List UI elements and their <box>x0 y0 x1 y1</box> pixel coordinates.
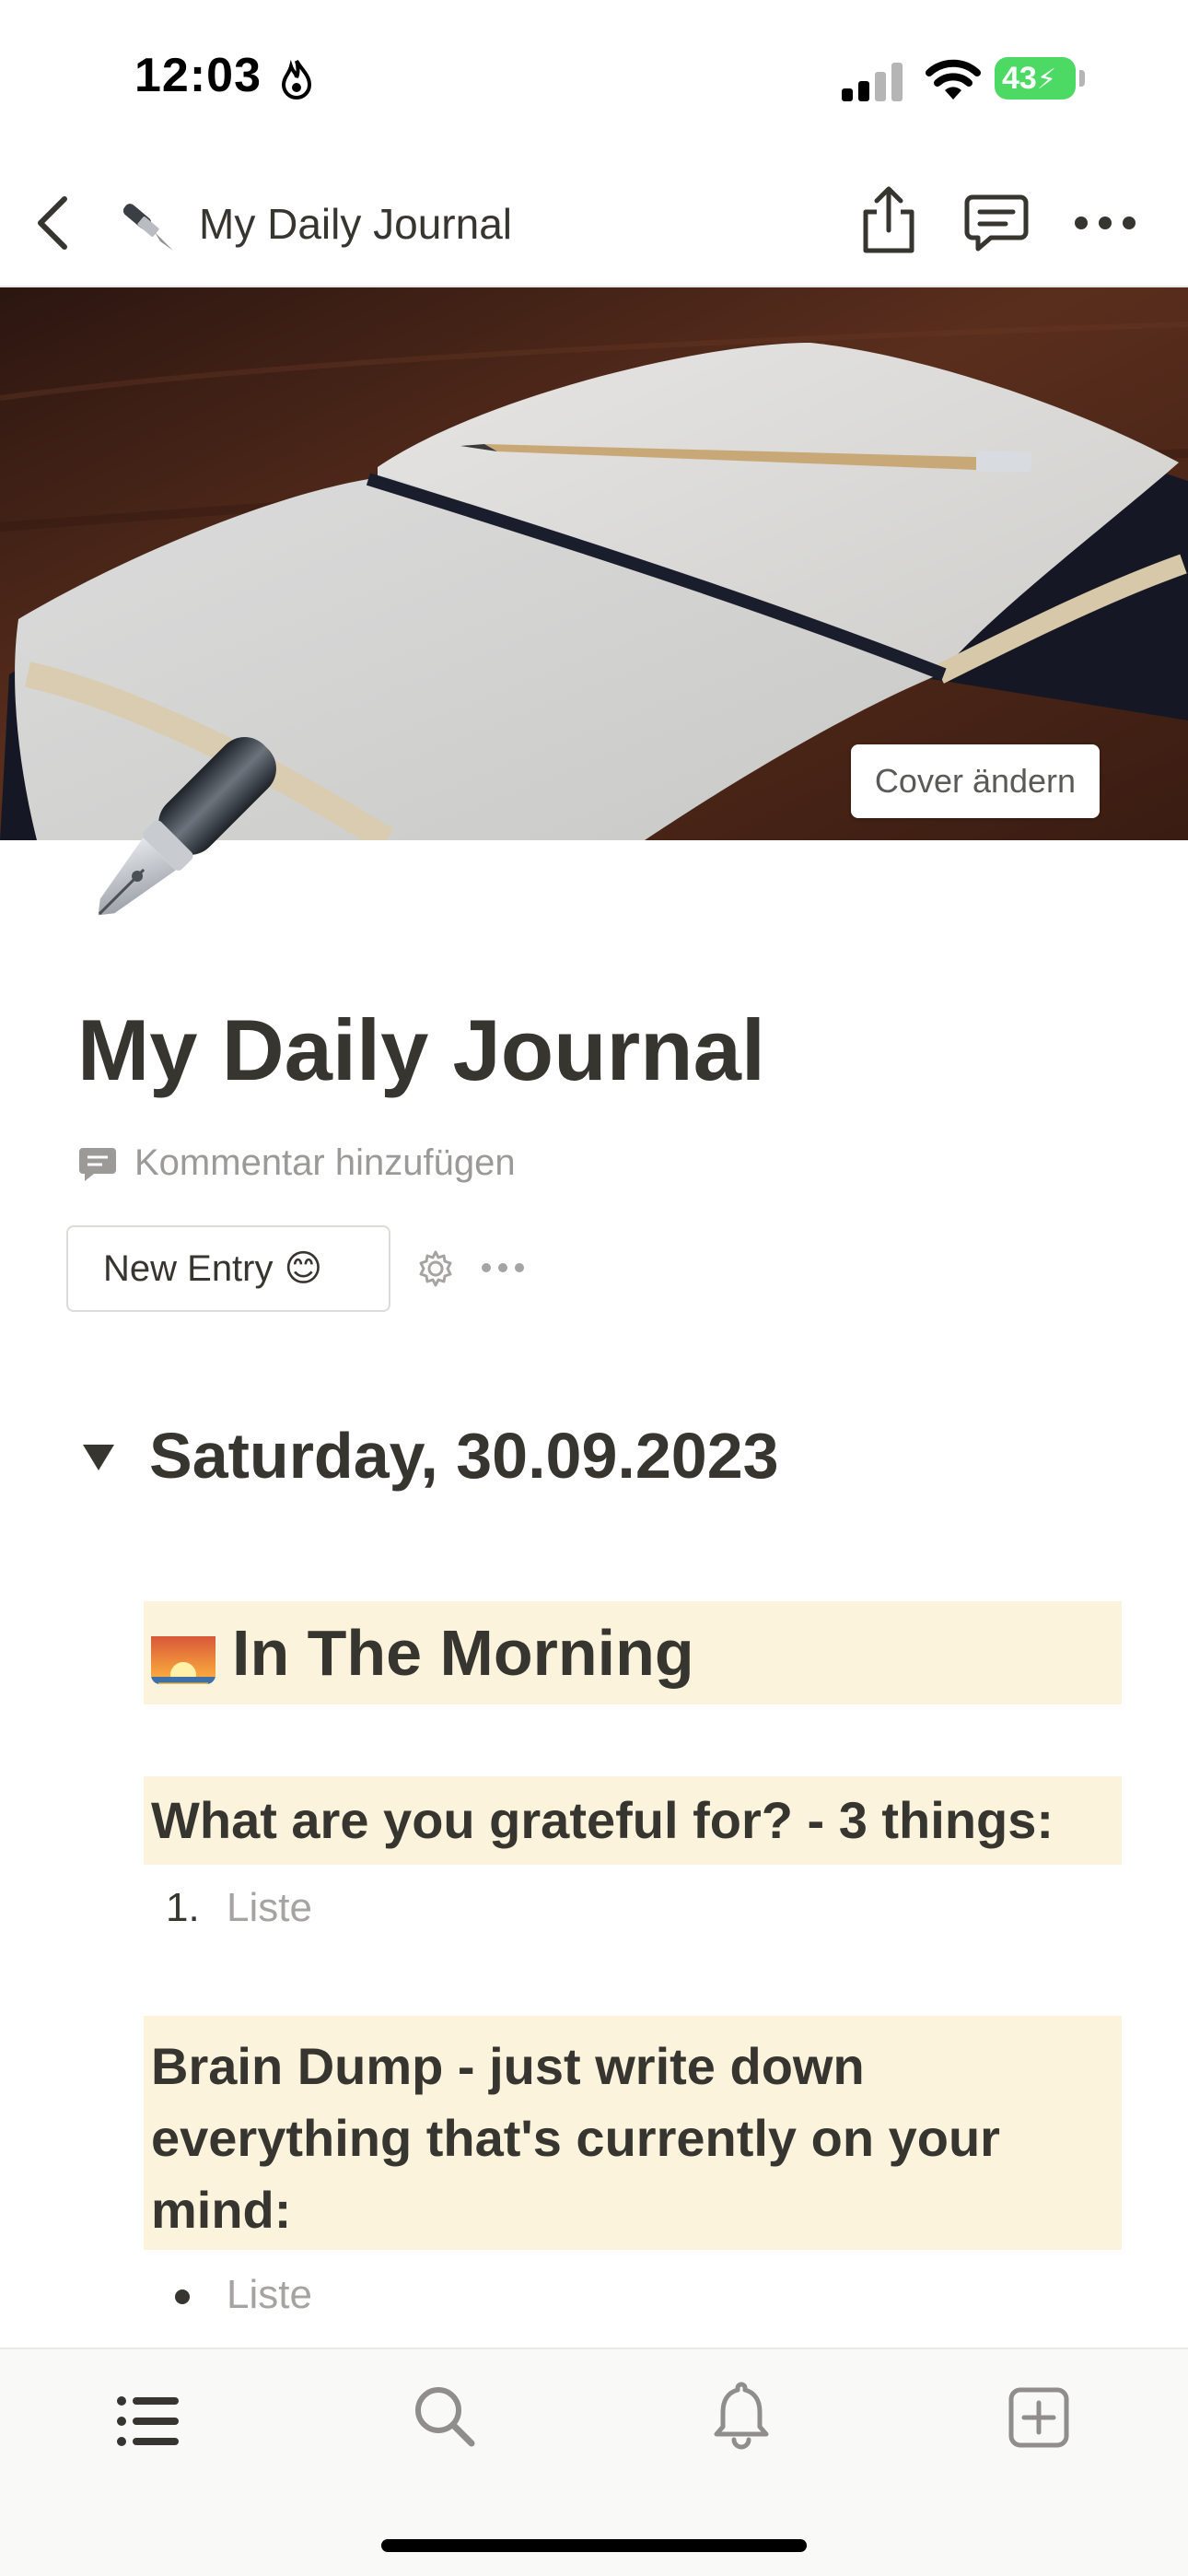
more-options-icon[interactable] <box>481 1260 525 1275</box>
status-time: 12:03 <box>134 49 262 102</box>
home-indicator[interactable] <box>381 2539 807 2552</box>
grateful-numbered-list-item[interactable]: 1. Liste <box>166 1885 312 1931</box>
sunrise-emoji <box>151 1623 215 1684</box>
list-placeholder: Liste <box>227 2272 312 2317</box>
toggle-arrow-icon[interactable] <box>83 1445 114 1470</box>
back-icon[interactable] <box>33 193 74 252</box>
battery-indicator: 43⚡ <box>995 57 1076 100</box>
battery-level: 43 <box>1002 61 1037 96</box>
page-title[interactable]: My Daily Journal <box>77 1001 765 1100</box>
braindump-heading-block[interactable]: Brain Dump - just write down everything … <box>144 2016 1122 2250</box>
page-breadcrumb-title[interactable]: My Daily Journal <box>199 199 512 249</box>
morning-heading-block[interactable]: In The Morning <box>144 1601 1122 1704</box>
list-placeholder: Liste <box>227 1885 312 1930</box>
change-cover-button[interactable]: Cover ändern <box>851 744 1100 818</box>
more-icon[interactable] <box>1072 212 1138 234</box>
pen-icon <box>122 204 173 251</box>
battery-tip <box>1079 70 1085 87</box>
cellular-signal-icon <box>842 63 903 101</box>
date-toggle-heading[interactable]: Saturday, 30.09.2023 <box>149 1419 779 1493</box>
charging-icon: ⚡ <box>1036 64 1056 95</box>
top-navigation-bar: My Daily Journal <box>0 157 1188 287</box>
braindump-bulleted-list-item[interactable]: Liste <box>166 2272 312 2318</box>
new-entry-template-button[interactable]: New Entry 😊 <box>66 1225 390 1312</box>
grateful-heading-block[interactable]: What are you grateful for? - 3 things: <box>144 1776 1122 1865</box>
new-entry-label: New Entry <box>103 1248 274 1289</box>
bullet-marker <box>175 2289 190 2305</box>
new-page-icon[interactable] <box>1007 2386 1070 2449</box>
wifi-icon <box>926 59 981 100</box>
fountain-pen-icon[interactable] <box>64 719 295 949</box>
gear-icon[interactable] <box>416 1249 455 1288</box>
list-icon[interactable] <box>116 2394 181 2449</box>
morning-heading-text: In The Morning <box>232 1617 694 1689</box>
status-bar: 12:03 43⚡ <box>0 0 1188 157</box>
smiling-face-emoji: 😊 <box>284 1248 323 1289</box>
bell-icon[interactable] <box>711 2379 772 2453</box>
comments-icon[interactable] <box>963 193 1030 254</box>
search-icon[interactable] <box>413 2384 477 2449</box>
list-number: 1. <box>166 1885 200 1930</box>
add-comment-button[interactable]: Kommentar hinzufügen <box>77 1137 516 1188</box>
share-icon[interactable] <box>858 184 919 256</box>
focus-mode-icon <box>281 59 312 100</box>
add-comment-label: Kommentar hinzufügen <box>134 1142 516 1183</box>
comment-icon <box>79 1148 116 1182</box>
